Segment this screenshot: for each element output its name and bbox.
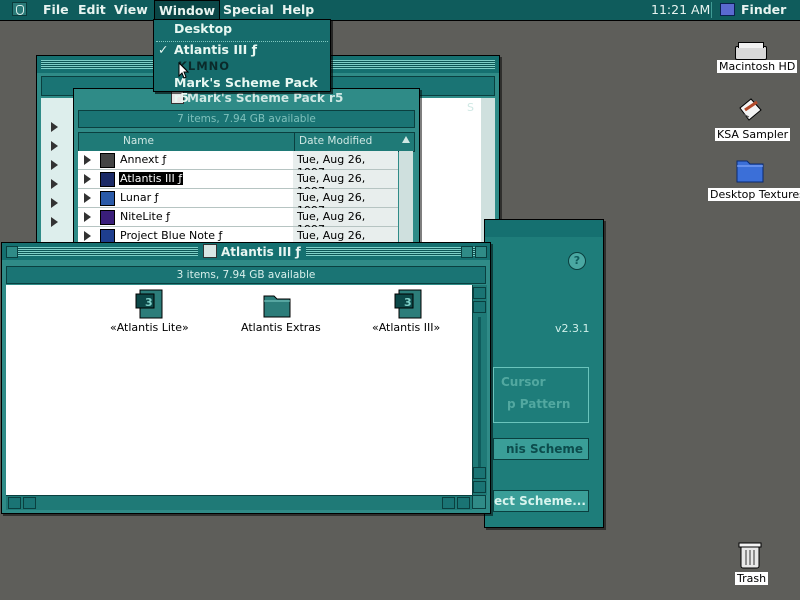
collapse-box-icon[interactable] (475, 246, 487, 258)
scheme-pack-window[interactable]: Mark's Scheme Pack r5 7 items, 7.94 GB a… (73, 88, 420, 250)
atlantis-titlebar[interactable]: Atlantis III ƒ (2, 243, 490, 260)
menu-item-scheme-pack[interactable]: Mark's Scheme Pack r5 (174, 75, 330, 105)
icon-view-area: 3 «Atlantis Lite» Atlantis Extras 3 «Atl… (6, 285, 472, 495)
disclosure-triangle-icon[interactable] (84, 212, 91, 222)
control-panel-window[interactable]: ? v2.3.1 Cursor p Pattern nis Scheme ect… (484, 219, 604, 528)
folder-icon (100, 210, 115, 225)
info-bar: 3 items, 7.94 GB available (6, 266, 486, 284)
list-row[interactable]: Annext ƒ Tue, Aug 26, 1997, (78, 151, 398, 179)
menu-item-atlantis[interactable]: Atlantis III ƒ (174, 42, 257, 57)
disclosure-triangle-icon[interactable] (84, 155, 91, 165)
scroll-track[interactable] (478, 317, 481, 467)
help-icon[interactable]: ? (568, 252, 586, 270)
scroll-down-icon[interactable] (473, 481, 486, 493)
control-panel-titlebar[interactable] (485, 220, 603, 237)
document-icon[interactable] (737, 96, 763, 122)
back-window-column-s[interactable]: S (467, 101, 474, 114)
list-row[interactable]: NiteLite ƒ Tue, Aug 26, 1997, (78, 208, 398, 236)
row-name-selected: Atlantis III ƒ (119, 172, 184, 185)
row-name: Annext ƒ (120, 153, 167, 166)
scroll-right-icon[interactable] (23, 497, 36, 509)
svg-text:3: 3 (145, 296, 153, 309)
folder-icon (100, 153, 115, 168)
sort-direction-icon[interactable] (402, 136, 410, 143)
window-title: Atlantis III ƒ (221, 245, 301, 259)
menubar-divider (711, 2, 712, 18)
folder-icon (100, 191, 115, 206)
resize-grip-icon[interactable] (472, 495, 486, 509)
icon-label[interactable]: Atlantis Extras (241, 321, 321, 334)
app-menu-finder[interactable]: Finder (741, 2, 786, 17)
checkmark-icon: ✓ (158, 42, 169, 57)
vertical-scrollbar[interactable] (399, 151, 413, 247)
disclosure-triangle-icon[interactable] (84, 193, 91, 203)
desktop-icon-label[interactable]: Macintosh HD (717, 60, 798, 73)
folder-icon[interactable] (735, 155, 765, 185)
desktop-icon-label[interactable]: Desktop Textures (708, 188, 800, 201)
theme-file-icon[interactable]: 3 (134, 288, 166, 320)
pointer-cursor-icon (178, 62, 190, 79)
version-label: v2.3.1 (555, 322, 590, 335)
scroll-up-icon[interactable] (473, 287, 486, 299)
menu-window[interactable]: Window (154, 0, 221, 20)
list-row[interactable]: Atlantis III ƒ Tue, Aug 26, 1997, (78, 170, 398, 198)
svg-text:3: 3 (404, 296, 412, 309)
disclosure-triangle-icon[interactable] (84, 231, 91, 241)
clock[interactable]: 11:21 AM (651, 2, 710, 17)
menu-bar: File Edit View Window Special Help 11:21… (0, 0, 800, 21)
folder-icon (203, 244, 217, 258)
scroll-down-icon[interactable] (473, 301, 486, 313)
column-header-bar: Name Date Modified (78, 132, 415, 152)
apple-menu-icon[interactable] (12, 2, 27, 16)
desktop-icon-label[interactable]: KSA Sampler (715, 128, 791, 141)
row-name: NiteLite ƒ (120, 210, 170, 223)
scroll-left-icon[interactable] (442, 497, 455, 509)
list-row[interactable]: Lunar ƒ Tue, Aug 26, 1997, (78, 189, 398, 217)
menu-edit[interactable]: Edit (78, 2, 106, 17)
column-header-name[interactable]: Name (123, 135, 154, 147)
info-bar: 7 items, 7.94 GB available (78, 110, 415, 128)
disclosure-triangle-icon[interactable] (51, 122, 58, 132)
close-box-icon[interactable] (6, 246, 18, 258)
option-pattern[interactable]: p Pattern (507, 397, 570, 411)
menu-view[interactable]: View (114, 2, 148, 17)
folder-icon (100, 172, 115, 187)
atlantis-window[interactable]: Atlantis III ƒ 3 items, 7.94 GB availabl… (1, 242, 491, 514)
scheme-button[interactable]: nis Scheme (493, 438, 589, 460)
menu-help[interactable]: Help (282, 2, 314, 17)
zoom-box-icon[interactable] (461, 246, 473, 258)
column-header-date[interactable]: Date Modified (299, 135, 372, 147)
desktop-icon-label[interactable]: Trash (735, 572, 769, 585)
disclosure-triangle-icon[interactable] (51, 198, 58, 208)
trash-icon[interactable] (736, 540, 764, 570)
select-scheme-button-label: ect Scheme... (494, 494, 586, 508)
disclosure-triangle-icon[interactable] (51, 141, 58, 151)
icon-label[interactable]: «Atlantis Lite» (110, 321, 189, 334)
scroll-up-icon[interactable] (473, 467, 486, 479)
disclosure-triangle-icon[interactable] (51, 160, 58, 170)
disclosure-triangle-icon[interactable] (51, 179, 58, 189)
icon-label[interactable]: «Atlantis III» (372, 321, 440, 334)
file-list: Annext ƒ Tue, Aug 26, 1997, Atlantis III… (78, 151, 398, 247)
vertical-scrollbar[interactable] (472, 285, 487, 495)
menu-file[interactable]: File (43, 2, 69, 17)
back-window-disclosure-column (41, 98, 77, 242)
option-cursor[interactable]: Cursor (501, 375, 546, 389)
finder-app-icon[interactable] (720, 3, 735, 16)
scroll-left-icon[interactable] (8, 497, 21, 509)
folder-icon[interactable] (261, 288, 293, 320)
hard-disk-icon[interactable] (735, 42, 767, 60)
menu-item-desktop[interactable]: Desktop (174, 21, 232, 36)
window-menu-dropdown: Desktop ✓ Atlantis III ƒ KLMNO Mark's Sc… (153, 19, 331, 105)
row-name: Lunar ƒ (120, 191, 159, 204)
row-name: Project Blue Note ƒ (120, 229, 223, 242)
menu-special[interactable]: Special (223, 2, 274, 17)
horizontal-scrollbar[interactable] (6, 495, 472, 510)
select-scheme-button[interactable]: ect Scheme... (493, 490, 589, 512)
disclosure-triangle-icon[interactable] (84, 174, 91, 184)
disclosure-triangle-icon[interactable] (51, 217, 58, 227)
scheme-button-label: nis Scheme (506, 442, 584, 456)
theme-file-icon[interactable]: 3 (393, 288, 425, 320)
scroll-right-icon[interactable] (457, 497, 470, 509)
